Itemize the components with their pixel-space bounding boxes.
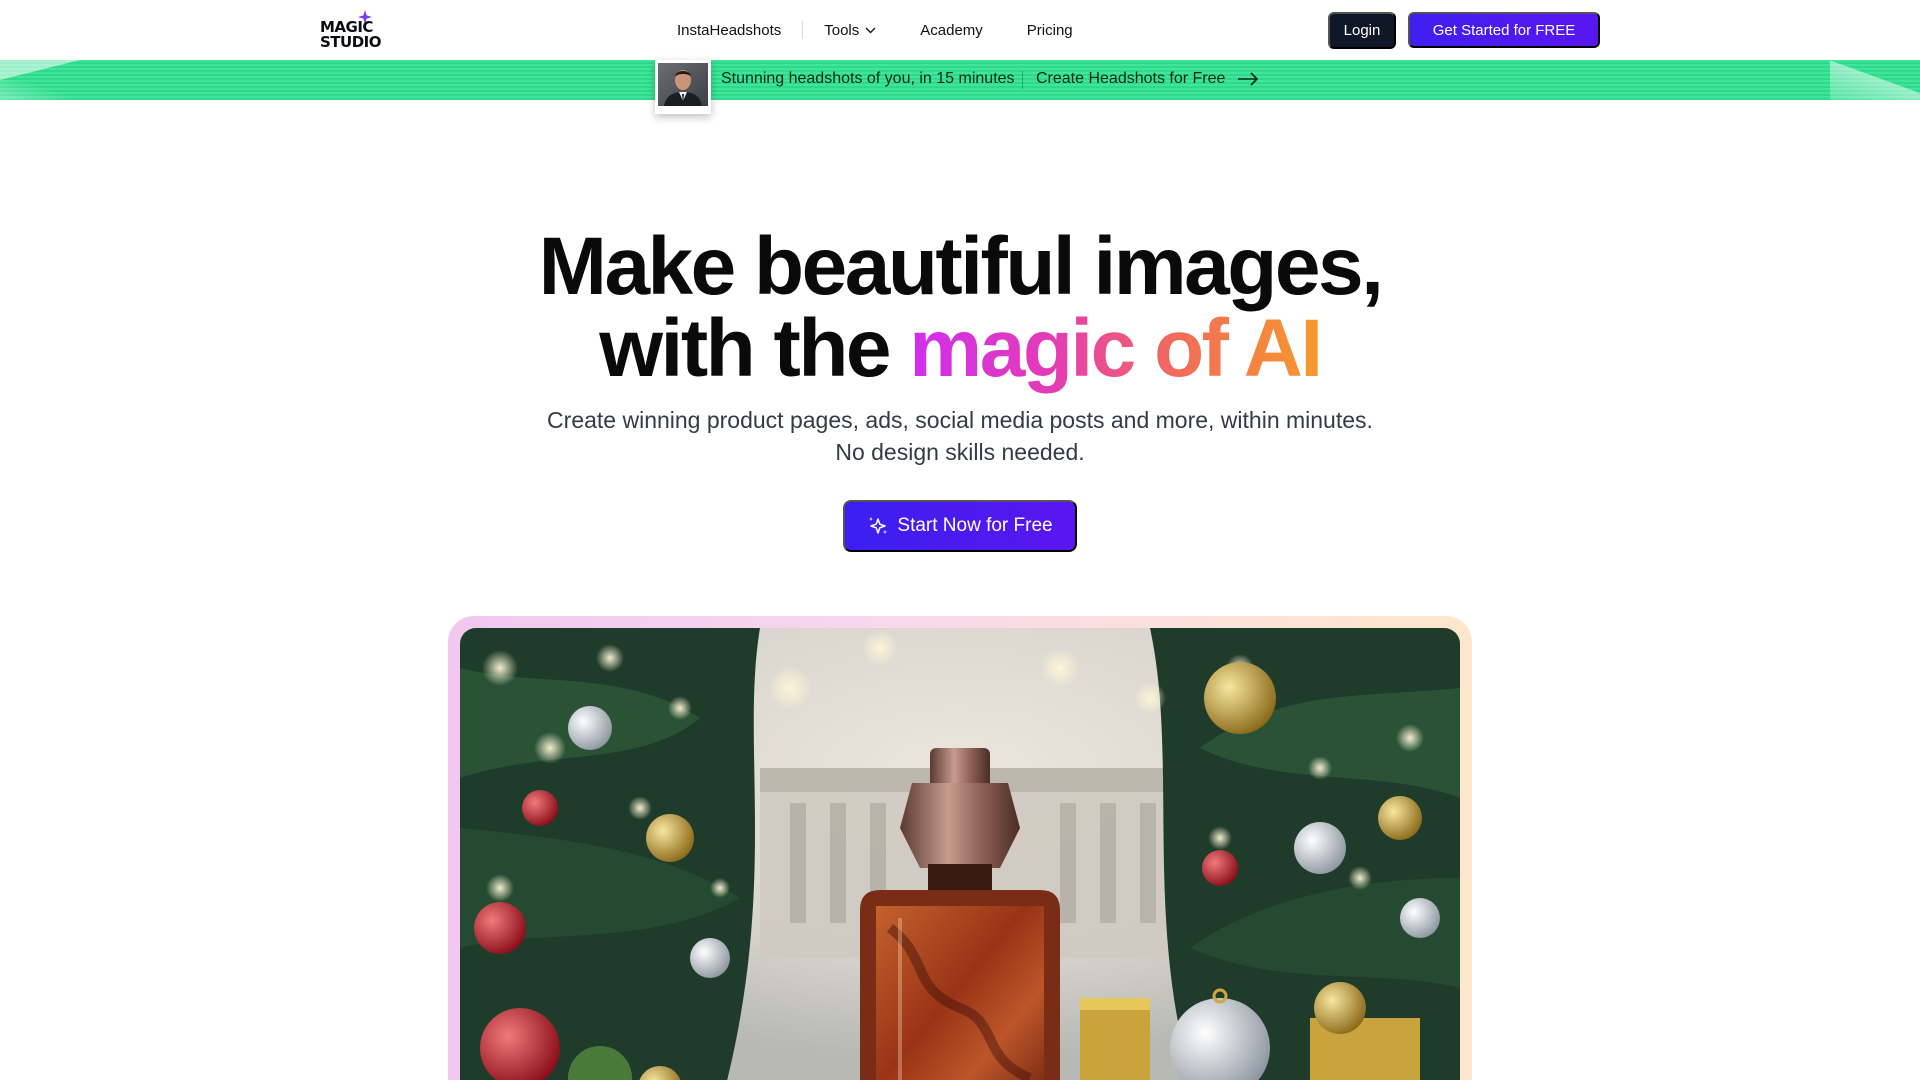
showcase-image xyxy=(460,628,1460,1080)
arrow-right-icon xyxy=(1238,72,1259,86)
banner-divider xyxy=(1022,71,1023,89)
banner-text: Stunning headshots of you, in 15 minutes xyxy=(721,70,1015,87)
promo-banner[interactable]: Stunning headshots of you, in 15 minutes… xyxy=(0,60,1920,114)
start-now-label: Start Now for Free xyxy=(897,515,1053,536)
nav-link-pricing[interactable]: Pricing xyxy=(1027,22,1073,39)
create-headshots-label: Create Headshots for Free xyxy=(1036,70,1226,87)
hero-title: Make beautiful images, with the magic of… xyxy=(0,226,1920,390)
headshot-photo xyxy=(655,60,711,114)
perfume-scene-illustration xyxy=(460,628,1460,1080)
hero-subtitle-line-1: Create winning product pages, ads, socia… xyxy=(547,407,1373,433)
nav-link-tools[interactable]: Tools xyxy=(824,22,876,39)
nav-link-instaheadshots[interactable]: InstaHeadshots xyxy=(677,22,781,39)
chevron-down-icon xyxy=(865,26,876,34)
top-navbar: MAGIC STUDIO InstaHeadshots Tools Academ… xyxy=(0,0,1920,60)
hero-title-line-2: with the magic of AI xyxy=(0,308,1920,390)
create-headshots-link[interactable]: Create Headshots for Free xyxy=(1036,70,1259,88)
get-started-button[interactable]: Get Started for FREE xyxy=(1408,12,1600,48)
hero-subtitle: Create winning product pages, ads, socia… xyxy=(0,404,1920,468)
nav-divider xyxy=(802,21,804,39)
start-now-button[interactable]: Start Now for Free xyxy=(843,500,1077,552)
main-nav: InstaHeadshots Tools Academy Pricing xyxy=(677,19,1073,41)
sparkle-icon xyxy=(869,517,888,534)
hero-subtitle-line-2: No design skills needed. xyxy=(835,439,1085,465)
magic-studio-logo[interactable]: MAGIC STUDIO xyxy=(318,10,382,51)
login-button[interactable]: Login xyxy=(1328,12,1396,49)
hero-title-prefix: with the xyxy=(599,303,910,394)
nav-link-academy[interactable]: Academy xyxy=(920,22,983,39)
hero-title-highlight: magic of AI xyxy=(909,303,1323,394)
hero-title-line-1: Make beautiful images, xyxy=(538,221,1384,312)
logo-line-2: STUDIO xyxy=(320,33,382,51)
nav-link-tools-label: Tools xyxy=(824,21,860,39)
